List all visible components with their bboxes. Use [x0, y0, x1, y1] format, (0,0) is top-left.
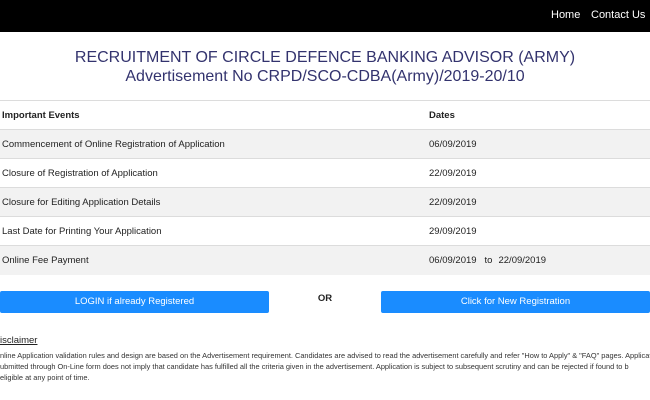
event-date: 06/09/2019	[429, 129, 650, 159]
disclaimer-text: nline Application validation rules and d…	[0, 350, 650, 383]
important-events-table: Important Events Dates Commencement of O…	[0, 100, 650, 275]
disclaimer-heading: isclaimer	[0, 335, 38, 346]
event-date-range: 06/09/2019 to 22/09/2019	[429, 245, 650, 275]
advertisement-number: Advertisement No CRPD/SCO-CDBA(Army)/201…	[125, 68, 525, 85]
disclaimer-line: ubmitted through On-Line form does not i…	[0, 362, 629, 371]
event-name: Last Date for Printing Your Application	[0, 216, 429, 246]
disclaimer-line: nline Application validation rules and d…	[0, 351, 650, 360]
event-date: 22/09/2019	[429, 187, 650, 217]
login-button[interactable]: LOGIN if already Registered	[0, 291, 269, 313]
date-from: 06/09/2019	[429, 254, 477, 266]
event-date: 22/09/2019	[429, 158, 650, 188]
column-header-dates: Dates	[429, 100, 650, 130]
column-header-events: Important Events	[0, 100, 429, 130]
table-row: Online Fee Payment 06/09/2019 to 22/09/201…	[0, 245, 650, 275]
event-date: 29/09/2019	[429, 216, 650, 246]
table-row: Closure of Registration of Application 2…	[0, 158, 650, 188]
nav-contact-us-link[interactable]: Contact Us	[591, 9, 645, 21]
table-row: Closure for Editing Application Details …	[0, 187, 650, 217]
or-separator: OR	[317, 293, 333, 304]
table-row: Last Date for Printing Your Application …	[0, 216, 650, 246]
nav-home-link[interactable]: Home	[551, 9, 580, 21]
top-navbar: Home Contact Us	[0, 0, 650, 32]
disclaimer-line: eligible at any point of time.	[0, 373, 90, 382]
table-row: Commencement of Online Registration of A…	[0, 129, 650, 159]
event-name: Closure of Registration of Application	[0, 158, 429, 188]
table-header-row: Important Events Dates	[0, 100, 650, 130]
date-range-separator: to	[484, 254, 493, 266]
new-registration-button[interactable]: Click for New Registration	[381, 291, 650, 313]
event-name: Closure for Editing Application Details	[0, 187, 429, 217]
event-name: Commencement of Online Registration of A…	[0, 129, 429, 159]
date-to: 22/09/2019	[498, 254, 547, 266]
event-name: Online Fee Payment	[0, 245, 429, 275]
page-title: RECRUITMENT OF CIRCLE DEFENCE BANKING AD…	[74, 49, 576, 66]
